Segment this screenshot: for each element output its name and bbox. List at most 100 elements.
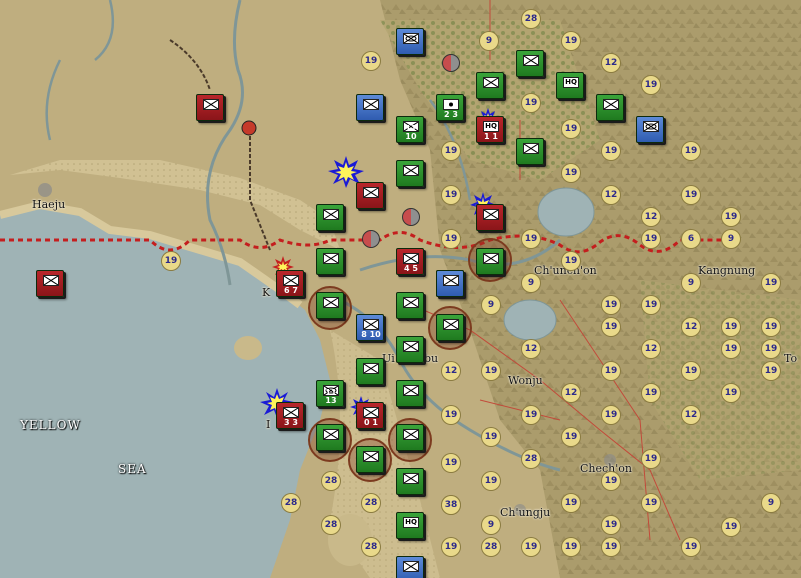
nk-unit-counter[interactable]: 6 7 [276,270,304,297]
hex-value-badge: 19 [682,142,700,160]
hex-value-badge: 19 [642,230,660,248]
un-unit-counter[interactable] [396,336,424,363]
nk-unit-counter[interactable]: 3 3 [276,402,304,429]
hex-value-badge: 19 [562,494,580,512]
nk-unit-counter[interactable] [356,182,384,209]
un-unit-counter[interactable]: 11 13 [316,380,344,407]
un-unit-counter[interactable] [396,292,424,319]
infantry-icon [363,407,379,418]
hex-value-badge: 19 [482,362,500,380]
infantry-icon [483,253,499,264]
un-unit-counter[interactable]: HQ [396,512,424,539]
infantry-icon [363,319,379,330]
hex-value-badge: 19 [602,318,620,336]
un-unit-counter[interactable] [476,248,504,275]
hex-value-badge: 28 [522,10,540,28]
infantry-icon [323,297,339,308]
hex-value-badge: 19 [442,538,460,556]
us-unit-counter[interactable]: 8 10 [356,314,384,341]
hex-value-badge: 19 [602,538,620,556]
un-unit-counter[interactable] [396,380,424,407]
island [234,336,262,360]
hex-value-badge: 19 [682,362,700,380]
lake-south [503,299,557,341]
hex-value-badge: 19 [682,538,700,556]
place-label-chungju: Ch'ungju [500,506,551,519]
un-unit-counter[interactable]: 2 3 [436,94,464,121]
fortification-icon [362,230,380,248]
un-unit-counter[interactable] [436,314,464,341]
hex-value-badge: 19 [442,142,460,160]
place-label-uijongbu-tail: bu [424,352,439,365]
un-unit-counter[interactable] [316,248,344,275]
hex-value-badge: 9 [682,274,700,292]
combat-values: 1 1 [484,132,498,141]
armor-icon [643,121,659,132]
un-unit-counter[interactable] [516,138,544,165]
place-label-kaesong: K [262,286,271,299]
infantry-icon [603,99,619,110]
un-unit-counter[interactable] [476,72,504,99]
place-label-yellow: YELLOW [20,418,81,432]
un-unit-counter[interactable] [596,94,624,121]
un-unit-counter[interactable] [316,424,344,451]
hex-value-badge: 19 [562,164,580,182]
place-label-kangnung: Kangnung [698,264,756,277]
objective-marker [241,120,257,136]
un-unit-counter[interactable] [316,204,344,231]
hex-value-badge: 12 [602,54,620,72]
hex-value-badge: 19 [442,230,460,248]
nk-unit-counter[interactable] [196,94,224,121]
un-unit-counter[interactable]: HQ [556,72,584,99]
infantry-icon [323,209,339,220]
hq-icon: HQ [483,121,499,132]
un-unit-counter[interactable] [356,358,384,385]
hex-value-badge: 19 [442,406,460,424]
un-unit-counter[interactable] [396,468,424,495]
infantry-icon [323,253,339,264]
hex-value-badge: 9 [482,296,500,314]
un-unit-counter[interactable] [356,446,384,473]
un-unit-counter[interactable] [516,50,544,77]
hex-value-badge: 12 [562,384,580,402]
us-unit-counter[interactable] [396,28,424,55]
game-map[interactable]: Haeju K Ch'unch'on Kangnung Wonju Ui bu … [0,0,801,578]
infantry-icon [403,429,419,440]
un-unit-counter[interactable] [396,424,424,451]
hq-icon: HQ [563,77,579,88]
hex-value-badge: 19 [442,454,460,472]
hex-value-badge: 28 [322,472,340,490]
us-unit-counter[interactable] [436,270,464,297]
un-unit-counter[interactable]: 11 10 [396,116,424,143]
nk-unit-counter[interactable]: 4 5 [396,248,424,275]
hex-value-badge: 19 [562,32,580,50]
infantry-icon [443,319,459,330]
nk-unit-counter[interactable] [476,204,504,231]
hex-value-badge: 28 [322,516,340,534]
nk-unit-counter[interactable]: HQ 1 1 [476,116,504,143]
us-unit-counter[interactable] [396,556,424,578]
nk-unit-counter[interactable]: 0 1 [356,402,384,429]
hex-value-badge: 19 [562,252,580,270]
infantry-icon [283,275,299,286]
combat-values: 11 13 [325,388,337,405]
nk-unit-counter[interactable] [36,270,64,297]
infantry-icon [363,451,379,462]
hex-value-badge: 19 [602,472,620,490]
un-unit-counter[interactable] [396,160,424,187]
combat-values: 0 1 [364,418,378,427]
infantry-icon [403,473,419,484]
hex-value-badge: 19 [482,428,500,446]
us-unit-counter[interactable] [356,94,384,121]
hex-value-badge: 19 [722,340,740,358]
infantry-icon [483,77,499,88]
infantry-icon [363,363,379,374]
infantry-icon [323,429,339,440]
hex-value-badge: 9 [482,516,500,534]
hex-value-badge: 12 [642,340,660,358]
combat-values: 2 3 [444,110,458,119]
hex-value-badge: 19 [522,538,540,556]
hex-value-badge: 12 [442,362,460,380]
un-unit-counter[interactable] [316,292,344,319]
us-unit-counter[interactable] [636,116,664,143]
